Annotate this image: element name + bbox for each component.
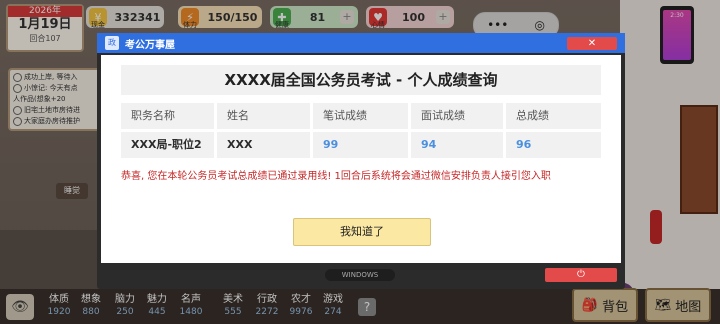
column-header: 姓名 (217, 103, 310, 129)
result-title: XXXX届全国公务员考试 - 个人成绩查询 (121, 65, 601, 95)
column-header: 面试成绩 (411, 103, 503, 129)
table-header-row: 职务名称 姓名 笔试成绩 面试成绩 总成绩 (121, 103, 601, 129)
name-cell: XXX (217, 132, 310, 158)
score-table: 职务名称 姓名 笔试成绩 面试成绩 总成绩 XXX局-职位2 XXX 99 94… (121, 103, 601, 161)
table-row: XXX局-职位2 XXX 99 94 96 (121, 132, 601, 158)
app-icon: 政 (105, 36, 119, 50)
written-score-cell: 99 (313, 132, 408, 158)
dialog-title: 考公万事屋 (125, 40, 175, 51)
dialog-body: XXXX届全国公务员考试 - 个人成绩查询 职务名称 姓名 笔试成绩 面试成绩 … (101, 55, 621, 263)
column-header: 总成绩 (506, 103, 601, 129)
total-score-cell: 96 (506, 132, 601, 158)
position-cell: XXX局-职位2 (121, 132, 214, 158)
column-header: 职务名称 (121, 103, 214, 129)
power-button[interactable]: ⏻ (545, 268, 617, 282)
congrats-message: 恭喜, 您在本轮公务员考试总成绩已通过录用线! 1回合后系统将会通过微信安排负责… (121, 171, 551, 182)
dialog-titlebar: 政 考公万事屋 ✕ (97, 33, 625, 53)
close-button[interactable]: ✕ (567, 37, 617, 50)
windows-taskbar-label: WINDOWS (325, 269, 395, 281)
column-header: 笔试成绩 (313, 103, 408, 129)
interview-score-cell: 94 (411, 132, 503, 158)
ok-button[interactable]: 我知道了 (293, 218, 431, 246)
exam-result-dialog: 政 考公万事屋 ✕ XXXX届全国公务员考试 - 个人成绩查询 职务名称 姓名 … (97, 33, 625, 289)
